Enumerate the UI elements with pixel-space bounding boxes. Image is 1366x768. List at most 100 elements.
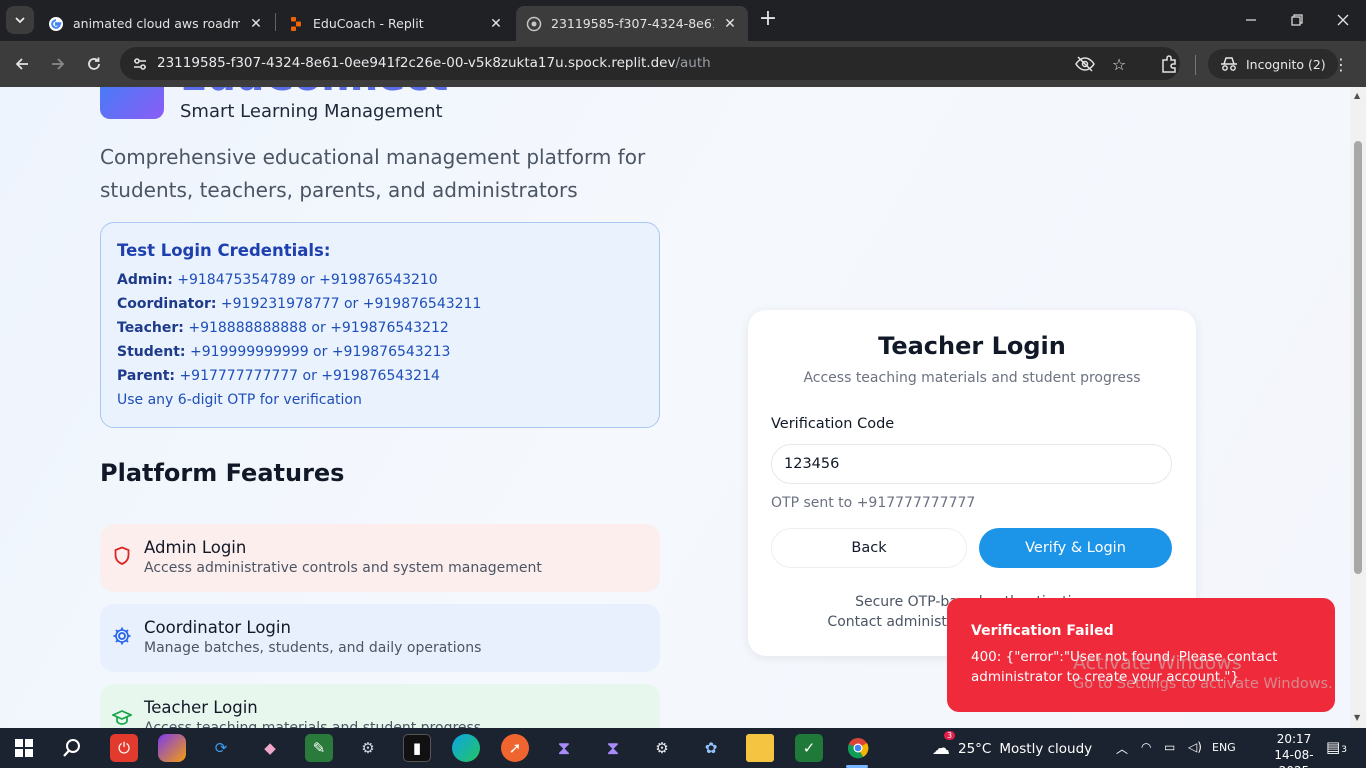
otp-input[interactable] bbox=[771, 444, 1172, 484]
scroll-down-arrow-icon[interactable]: ▼ bbox=[1354, 713, 1360, 722]
palette-app-icon[interactable]: ✿ bbox=[697, 734, 725, 762]
new-tab-button[interactable]: + bbox=[756, 8, 780, 32]
tab-divider bbox=[275, 13, 276, 31]
arrow-left-icon bbox=[15, 58, 28, 70]
weather-widget[interactable]: ☁ 3 25°C Mostly cloudy bbox=[932, 731, 1093, 759]
chevron-up-icon[interactable]: ︿ bbox=[1116, 740, 1128, 757]
feature-coordinator-login[interactable]: Coordinator Login Manage batches, studen… bbox=[100, 604, 660, 672]
feature-desc: Access administrative controls and syste… bbox=[144, 560, 542, 576]
feature-desc: Access teaching materials and student pr… bbox=[144, 720, 482, 728]
url-text[interactable]: 23119585-f307-4324-8e61-0ee941f2c26e-00-… bbox=[157, 55, 711, 71]
reload-button[interactable] bbox=[79, 49, 109, 79]
weather-temp: 25°C bbox=[958, 740, 992, 757]
tab-auth-page[interactable]: 23119585-f307-4324-8e61-0ee ✕ bbox=[516, 6, 748, 41]
search-icon[interactable] bbox=[58, 734, 86, 762]
feature-title: Coordinator Login bbox=[144, 618, 291, 637]
display-icon[interactable]: ▭ bbox=[1164, 740, 1175, 754]
close-icon[interactable]: ✕ bbox=[722, 16, 738, 32]
globe-icon bbox=[526, 16, 542, 31]
bookmark-star-icon[interactable]: ☆ bbox=[1108, 53, 1130, 75]
scrollbar-thumb[interactable] bbox=[1354, 141, 1362, 574]
tab-replit[interactable]: EduCoach - Replit ✕ bbox=[278, 6, 514, 41]
sync-icon[interactable]: ⟳ bbox=[207, 734, 235, 762]
tab-google[interactable]: animated cloud aws roadmap w ✕ bbox=[38, 6, 274, 41]
address-bar[interactable]: 23119585-f307-4324-8e61-0ee941f2c26e-00-… bbox=[120, 47, 1180, 80]
feature-desc: Manage batches, students, and daily oper… bbox=[144, 640, 482, 656]
browser-toolbar: 23119585-f307-4324-8e61-0ee941f2c26e-00-… bbox=[0, 41, 1366, 87]
volume-icon[interactable]: ◁) bbox=[1188, 740, 1202, 754]
test-credentials-panel: Test Login Credentials: Admin: +91847535… bbox=[100, 222, 660, 428]
code-tool-icon[interactable]: ✎ bbox=[305, 734, 333, 762]
activate-windows-hint: Go to Settings to activate Windows. bbox=[1073, 676, 1333, 692]
intro-text: Comprehensive educational management pla… bbox=[100, 145, 646, 202]
weather-badge: 3 bbox=[944, 731, 956, 740]
graduation-cap-icon bbox=[112, 708, 132, 728]
postman-icon[interactable]: ➚ bbox=[501, 734, 529, 762]
notification-count: 3 bbox=[1341, 745, 1347, 755]
login-title: Teacher Login bbox=[878, 332, 1066, 360]
activate-windows-title: Activate Windows bbox=[1073, 652, 1242, 674]
toolbar-divider bbox=[1195, 55, 1196, 75]
replit-icon bbox=[291, 16, 301, 31]
verify-login-button[interactable]: Verify & Login bbox=[979, 528, 1172, 568]
restore-icon bbox=[1291, 14, 1303, 26]
feature-teacher-login[interactable]: Teacher Login Access teaching materials … bbox=[100, 684, 660, 728]
credentials-title: Test Login Credentials: bbox=[117, 241, 331, 260]
windows-start-icon[interactable] bbox=[10, 734, 38, 762]
page-scrollbar[interactable]: ▲ ▼ bbox=[1350, 87, 1366, 728]
paint-app-icon[interactable]: ◆ bbox=[256, 734, 284, 762]
back-nav-button[interactable] bbox=[7, 49, 37, 79]
shield-icon bbox=[112, 546, 132, 566]
features-heading: Platform Features bbox=[100, 459, 345, 487]
visual-studio-icon[interactable]: ⧗ bbox=[550, 734, 578, 762]
file-explorer-icon[interactable] bbox=[746, 734, 774, 762]
browser-tabstrip: animated cloud aws roadmap w ✕ EduCoach … bbox=[0, 0, 1366, 41]
forward-nav-button[interactable] bbox=[43, 49, 73, 79]
clock-date: 14-08-2025 bbox=[1274, 748, 1314, 768]
weather-text: Mostly cloudy bbox=[999, 740, 1093, 757]
chart-app-icon[interactable]: ✓ bbox=[795, 734, 823, 762]
brand-subtitle: Smart Learning Management bbox=[180, 101, 443, 122]
google-icon bbox=[49, 16, 63, 31]
language-indicator[interactable]: ENG bbox=[1212, 741, 1236, 754]
scroll-up-arrow-icon[interactable]: ▲ bbox=[1354, 91, 1360, 100]
copilot-icon[interactable] bbox=[158, 734, 186, 762]
reload-icon bbox=[88, 57, 100, 70]
eye-off-icon[interactable] bbox=[1074, 53, 1096, 75]
settings-gear-app-icon[interactable]: ⚙ bbox=[354, 734, 382, 762]
arrow-right-icon bbox=[52, 58, 65, 70]
credential-row-student: Student: +919999999999 or +919876543213 bbox=[117, 344, 451, 360]
verification-code-label: Verification Code bbox=[771, 416, 895, 432]
visual-studio-2-icon[interactable]: ⧗ bbox=[599, 734, 627, 762]
edge-browser-icon[interactable] bbox=[452, 734, 480, 762]
settings-icon[interactable]: ⚙ bbox=[648, 734, 676, 762]
window-close-button[interactable] bbox=[1320, 0, 1366, 40]
page-viewport: EduConnect Smart Learning Management Com… bbox=[0, 87, 1366, 728]
notification-icon[interactable]: ▤3 bbox=[1326, 738, 1347, 756]
tab-title: 23119585-f307-4324-8e61-0ee bbox=[551, 16, 714, 31]
close-icon[interactable]: ✕ bbox=[488, 16, 504, 32]
gear-icon bbox=[112, 626, 132, 646]
restore-button[interactable] bbox=[1274, 0, 1320, 40]
site-info-icon[interactable] bbox=[130, 54, 150, 74]
close-icon[interactable]: ✕ bbox=[248, 16, 264, 32]
incognito-icon bbox=[1221, 57, 1237, 71]
minimize-button[interactable] bbox=[1228, 0, 1274, 40]
more-menu-icon[interactable]: ⋮ bbox=[1330, 53, 1352, 75]
credential-row-teacher: Teacher: +918888888888 or +919876543212 bbox=[117, 320, 449, 336]
extensions-icon[interactable] bbox=[1158, 53, 1180, 75]
wifi-icon[interactable]: ◠ bbox=[1141, 740, 1151, 754]
close-icon bbox=[1337, 14, 1349, 26]
chrome-icon[interactable] bbox=[844, 734, 872, 762]
power-app-icon[interactable]: ⏻ bbox=[110, 734, 138, 762]
terminal-app-icon[interactable]: ▮ bbox=[403, 734, 431, 762]
toast-title: Verification Failed bbox=[971, 623, 1114, 639]
incognito-label: Incognito (2) bbox=[1246, 56, 1326, 72]
back-button[interactable]: Back bbox=[771, 528, 967, 568]
tab-search-button[interactable] bbox=[6, 6, 34, 34]
system-clock[interactable]: 20:17 14-08-2025 bbox=[1262, 731, 1326, 768]
feature-admin-login[interactable]: Admin Login Access administrative contro… bbox=[100, 524, 660, 592]
feature-title: Admin Login bbox=[144, 538, 247, 557]
clock-time: 20:17 bbox=[1276, 732, 1312, 746]
incognito-indicator[interactable]: Incognito (2) bbox=[1208, 49, 1338, 79]
